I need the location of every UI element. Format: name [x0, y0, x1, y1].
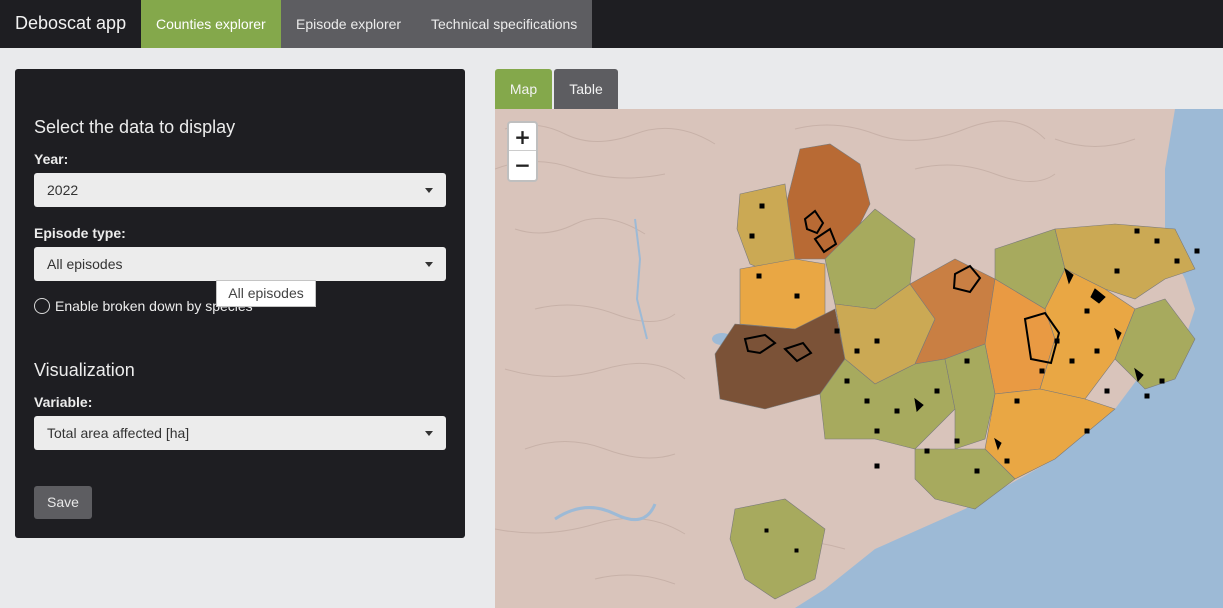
- variable-select[interactable]: Total area affected [ha]: [34, 416, 446, 450]
- episode-type-label: Episode type:: [34, 225, 126, 241]
- episode-type-select[interactable]: All episodes: [34, 247, 446, 281]
- tab-counties-explorer[interactable]: Counties explorer: [141, 0, 281, 48]
- zoom-control: + −: [507, 121, 538, 182]
- app-brand[interactable]: Deboscat app: [15, 13, 126, 34]
- caret-down-icon: [425, 188, 433, 193]
- map-canvas[interactable]: [495, 109, 1223, 608]
- species-breakdown-radio[interactable]: [34, 298, 50, 314]
- variable-value: Total area affected [ha]: [47, 425, 190, 441]
- episode-type-value: All episodes: [47, 256, 123, 272]
- data-section-title: Select the data to display: [34, 117, 236, 137]
- tab-episode-explorer[interactable]: Episode explorer: [281, 0, 417, 48]
- zoom-in-button[interactable]: +: [509, 123, 536, 151]
- save-button[interactable]: Save: [34, 486, 92, 519]
- tab-table[interactable]: Table: [554, 69, 618, 109]
- year-label: Year:: [34, 151, 69, 167]
- visualization-title: Visualization: [34, 360, 135, 380]
- year-value: 2022: [47, 182, 79, 198]
- episode-type-tooltip: All episodes: [216, 280, 316, 307]
- navbar: Deboscat app Counties explorer Episode e…: [0, 0, 1223, 48]
- tab-map[interactable]: Map: [495, 69, 552, 109]
- map-view[interactable]: [495, 109, 1223, 608]
- caret-down-icon: [425, 431, 433, 436]
- tab-technical-specifications[interactable]: Technical specifications: [416, 0, 593, 48]
- year-select[interactable]: 2022: [34, 173, 446, 207]
- caret-down-icon: [425, 262, 433, 267]
- variable-label: Variable:: [34, 394, 93, 410]
- zoom-out-button[interactable]: −: [509, 151, 536, 179]
